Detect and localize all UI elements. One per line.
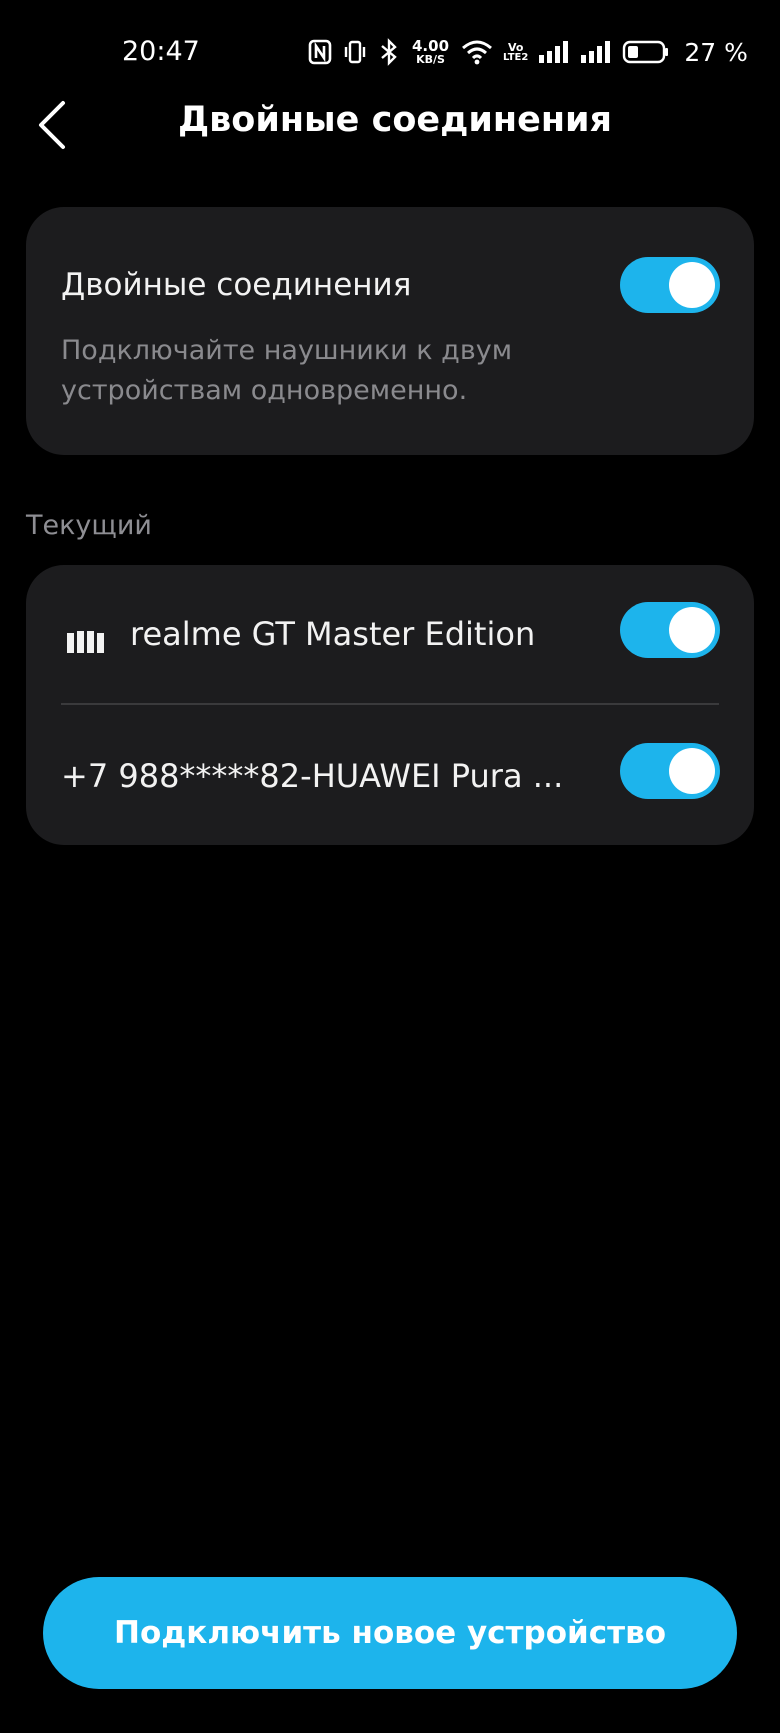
signal-icon <box>580 40 612 64</box>
wifi-icon <box>461 39 493 65</box>
nfc-icon <box>308 39 332 65</box>
status-icons: 4.00 KB/S Vo LTE2 27 % <box>308 34 748 70</box>
toggle-knob <box>669 607 715 653</box>
dual-connection-description: Подключайте наушники к двум устройствам … <box>61 335 513 406</box>
volte-top: Vo <box>507 40 524 54</box>
net-speed-value: 4.00 <box>412 37 450 55</box>
dual-connection-toggle[interactable] <box>620 257 720 313</box>
battery-icon <box>622 40 670 64</box>
dual-connection-card: Двойные соединения Подключайте наушники … <box>26 207 754 455</box>
battery-percent: 27 % <box>684 37 748 67</box>
device-row[interactable]: realme GT Master Edition <box>26 565 754 695</box>
status-bar: 20:47 4.00 KB/S Vo LTE2 27 % <box>0 0 780 100</box>
net-speed: 4.00 KB/S <box>412 37 450 66</box>
dual-connection-title: Двойные соединения <box>61 267 412 303</box>
signal-bars-icon <box>67 629 105 657</box>
section-label-current: Текущий <box>26 510 152 541</box>
bluetooth-icon <box>378 38 400 66</box>
device-name: realme GT Master Edition <box>130 615 536 653</box>
device-toggle[interactable] <box>620 743 720 799</box>
screen: 20:47 4.00 KB/S Vo LTE2 27 % Двойные сое… <box>0 0 780 1733</box>
connect-new-device-button[interactable]: Подключить новое устройство <box>43 1577 737 1689</box>
volte-bottom: LTE2 <box>503 51 529 63</box>
device-name: +7 988*****82-HUAWEI Pura ... <box>61 757 564 795</box>
status-time: 20:47 <box>122 36 200 67</box>
toggle-knob <box>669 748 715 794</box>
page-title: Двойные соединения <box>177 100 613 140</box>
signal-icon <box>538 40 570 64</box>
devices-card: realme GT Master Edition +7 988*****82-H… <box>26 565 754 845</box>
toggle-knob <box>669 262 715 308</box>
volte-indicator: Vo LTE2 <box>503 42 528 63</box>
device-toggle[interactable] <box>620 602 720 658</box>
device-row[interactable]: +7 988*****82-HUAWEI Pura ... <box>26 705 754 835</box>
vibrate-icon <box>342 39 368 65</box>
net-speed-unit: KB/S <box>416 53 445 66</box>
